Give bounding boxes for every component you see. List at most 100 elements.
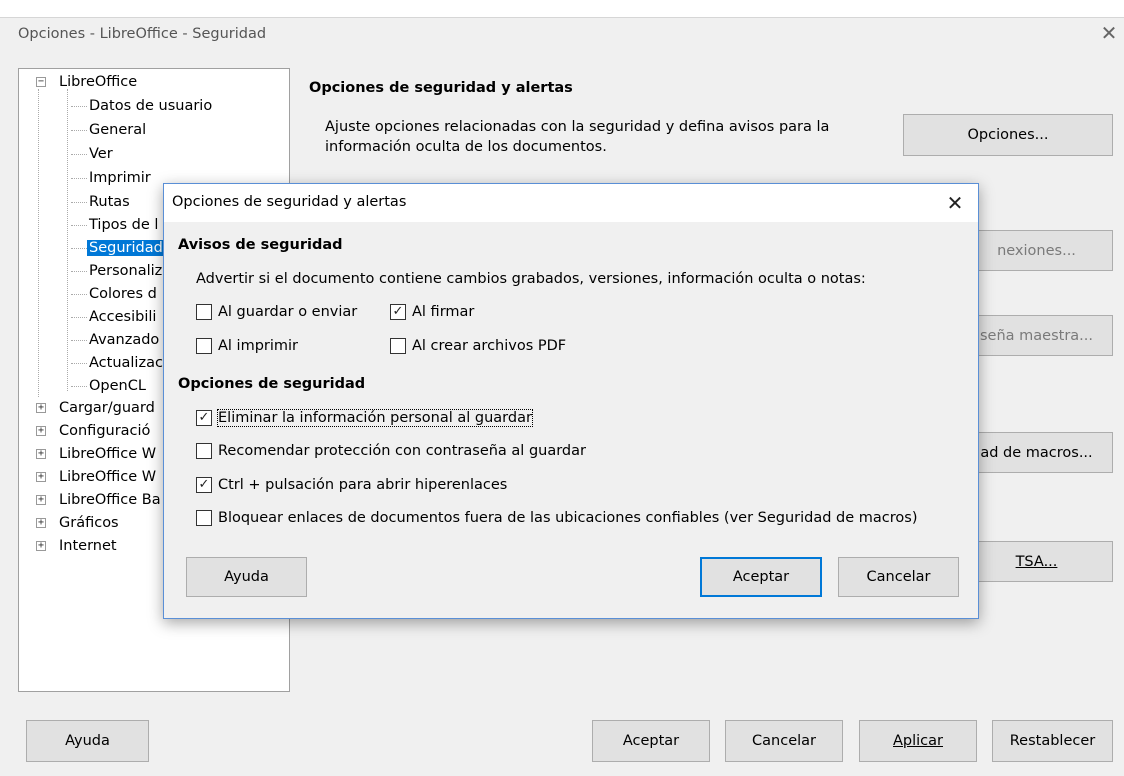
window-close-icon[interactable]: ✕	[1096, 20, 1122, 46]
checkmark-icon[interactable]: ✓	[390, 304, 406, 320]
tree-item-ver[interactable]: Ver	[71, 143, 113, 166]
tree-item-seguridad[interactable]: Seguridad	[71, 237, 165, 260]
tree-item-label: Colores d	[89, 286, 157, 302]
tsa-button-label: TSA...	[1015, 553, 1058, 570]
tree-item-label: Datos de usuario	[89, 98, 213, 114]
tree-item-cargar-guardar[interactable]: + Cargar/guard	[36, 397, 155, 420]
plus-expander-icon[interactable]: +	[36, 472, 46, 482]
security-alerts-description: Ajuste opciones relacionadas con la segu…	[325, 119, 830, 155]
tree-item-label: Configuració	[59, 423, 151, 439]
tree-item-label: Accesibili	[89, 309, 157, 325]
plus-expander-icon[interactable]: +	[36, 426, 46, 436]
connections-button-label: nexiones...	[997, 242, 1076, 259]
tree-item-general[interactable]: General	[71, 119, 147, 142]
tree-item-label: LibreOffice W	[59, 446, 157, 462]
tree-item-personalizacion[interactable]: Personaliz	[71, 260, 163, 283]
tree-item-label: Tipos de l	[89, 217, 159, 233]
tree-item-label: General	[89, 122, 147, 138]
checkmark-icon[interactable]: ✓	[196, 477, 212, 493]
tree-item-label: Gráficos	[59, 515, 119, 531]
checkbox-label: Al firmar	[412, 304, 475, 320]
minus-expander-icon[interactable]: −	[36, 77, 46, 87]
tree-item-tipos[interactable]: Tipos de l	[71, 214, 159, 237]
footer-help-button[interactable]: Ayuda	[26, 720, 149, 762]
window-title: Opciones - LibreOffice - Seguridad	[18, 26, 267, 42]
tree-item-label: Personaliz	[89, 263, 163, 279]
dialog-cancel-button[interactable]: Cancelar	[838, 557, 959, 597]
tree-item-internet[interactable]: + Internet	[36, 535, 117, 558]
security-alerts-heading: Opciones de seguridad y alertas	[309, 80, 573, 96]
tree-item-label: Imprimir	[89, 170, 151, 186]
footer-ok-button[interactable]: Aceptar	[592, 720, 710, 762]
security-options-dialog: Opciones de seguridad y alertas ✕ Avisos…	[163, 183, 979, 619]
tree-item-base[interactable]: + LibreOffice Ba	[36, 489, 161, 512]
footer-reset-button[interactable]: Restablecer	[992, 720, 1113, 762]
tree-item-label: LibreOffice Ba	[59, 492, 161, 508]
dialog-close-icon[interactable]: ✕	[940, 188, 970, 218]
tree-item-avanzado[interactable]: Avanzado	[71, 329, 160, 352]
check-recommend-password[interactable]: Recomendar protección con contraseña al …	[196, 440, 586, 462]
tree-item-label: Internet	[59, 538, 117, 554]
tree-item-datos-usuario[interactable]: Datos de usuario	[71, 95, 213, 118]
plus-expander-icon[interactable]: +	[36, 449, 46, 459]
plus-expander-icon[interactable]: +	[36, 495, 46, 505]
tree-item-label: Cargar/guard	[59, 400, 155, 416]
checkbox-unchecked[interactable]	[390, 338, 406, 354]
plus-expander-icon[interactable]: +	[36, 403, 46, 413]
tree-item-graficos[interactable]: + Gráficos	[36, 512, 119, 535]
warnings-heading: Avisos de seguridad	[178, 237, 343, 253]
checkbox-label: Al guardar o enviar	[218, 304, 358, 320]
tree-guide-line	[67, 89, 68, 391]
tree-item-label: LibreOffice W	[59, 469, 157, 485]
tree-item-libreoffice[interactable]: − LibreOffice	[36, 71, 138, 94]
check-pdf[interactable]: Al crear archivos PDF	[390, 335, 566, 357]
checkbox-label: Al crear archivos PDF	[412, 338, 567, 354]
footer-apply-button[interactable]: Aplicar	[859, 720, 977, 762]
checkbox-label: Ctrl + pulsación para abrir hiperenlaces	[218, 477, 508, 493]
tree-item-rutas[interactable]: Rutas	[71, 191, 130, 214]
options-button[interactable]: Opciones...	[903, 114, 1113, 156]
checkbox-label: Eliminar la información personal al guar…	[217, 409, 533, 427]
dialog-titlebar: Opciones de seguridad y alertas ✕	[164, 184, 978, 222]
checkbox-unchecked[interactable]	[196, 304, 212, 320]
tree-item-opencl[interactable]: OpenCL	[71, 375, 146, 398]
tree-item-label: Actualizac	[89, 355, 163, 371]
tree-item-writer[interactable]: + LibreOffice W	[36, 443, 157, 466]
warnings-description: Advertir si el documento contiene cambio…	[196, 271, 866, 287]
tree-item-label: Avanzado	[89, 332, 160, 348]
check-block-links[interactable]: Bloquear enlaces de documentos fuera de …	[196, 507, 918, 529]
dialog-title: Opciones de seguridad y alertas	[172, 194, 407, 210]
check-print[interactable]: Al imprimir	[196, 335, 298, 357]
top-strip	[0, 0, 1124, 18]
tree-item-label: Rutas	[89, 194, 130, 210]
tree-item-writer-web[interactable]: + LibreOffice W	[36, 466, 157, 489]
tree-item-configuracion[interactable]: + Configuració	[36, 420, 151, 443]
dialog-ok-button[interactable]: Aceptar	[700, 557, 822, 597]
footer-cancel-button[interactable]: Cancelar	[725, 720, 843, 762]
checkbox-unchecked[interactable]	[196, 510, 212, 526]
dialog-help-button[interactable]: Ayuda	[186, 557, 307, 597]
tree-item-label: Ver	[89, 146, 113, 162]
tree-item-accesibilidad[interactable]: Accesibili	[71, 306, 157, 329]
checkbox-label: Al imprimir	[218, 338, 299, 354]
plus-expander-icon[interactable]: +	[36, 541, 46, 551]
tree-item-imprimir[interactable]: Imprimir	[71, 167, 151, 190]
tree-item-colores[interactable]: Colores d	[71, 283, 157, 306]
check-remove-personal-info[interactable]: ✓ Eliminar la información personal al gu…	[196, 407, 533, 429]
checkbox-label: Recomendar protección con contraseña al …	[218, 443, 586, 459]
tree-item-label: LibreOffice	[59, 74, 138, 90]
tree-item-actualizacion[interactable]: Actualizac	[71, 352, 163, 375]
check-sign[interactable]: ✓ Al firmar	[390, 301, 474, 323]
tree-item-label: Seguridad	[87, 240, 165, 256]
macro-security-button-label: ad de macros...	[980, 444, 1093, 461]
checkbox-unchecked[interactable]	[196, 443, 212, 459]
tree-item-label: OpenCL	[89, 378, 146, 394]
security-options-heading: Opciones de seguridad	[178, 376, 366, 392]
plus-expander-icon[interactable]: +	[36, 518, 46, 528]
check-ctrl-click-links[interactable]: ✓ Ctrl + pulsación para abrir hiperenlac…	[196, 474, 507, 496]
master-password-button-label: seña maestra...	[979, 327, 1093, 344]
checkmark-icon[interactable]: ✓	[196, 410, 212, 426]
checkbox-unchecked[interactable]	[196, 338, 212, 354]
tree-guide-line	[38, 89, 39, 397]
check-save-send[interactable]: Al guardar o enviar	[196, 301, 357, 323]
